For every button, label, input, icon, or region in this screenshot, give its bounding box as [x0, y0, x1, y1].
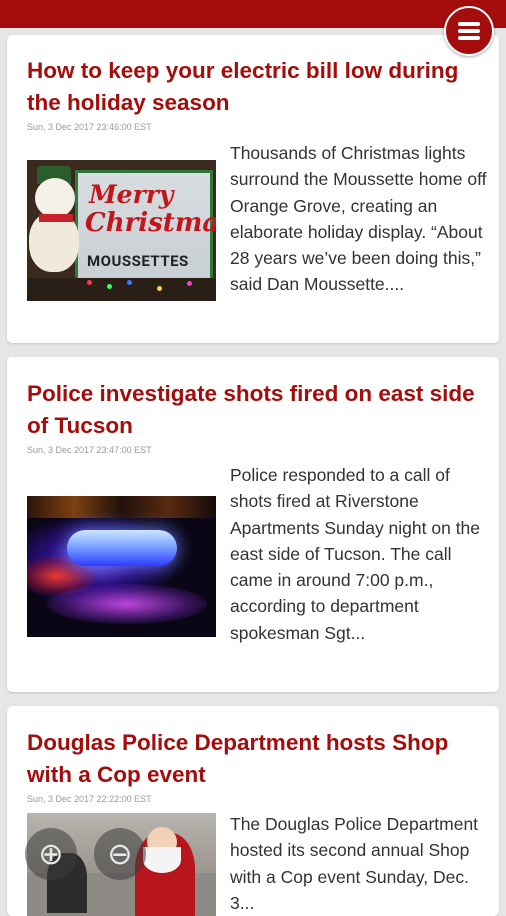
snowman-scarf	[39, 214, 73, 222]
background-lights	[27, 496, 216, 518]
top-app-bar	[0, 0, 506, 28]
santa-beard	[143, 847, 181, 873]
article-summary: Thousands of Christmas lights surround t…	[230, 143, 487, 295]
hamburger-icon	[458, 19, 480, 43]
sign-text-merry: Merry	[89, 180, 174, 209]
article-card[interactable]: Douglas Police Department hosts Shop wit…	[7, 706, 499, 916]
article-card[interactable]: How to keep your electric bill low durin…	[7, 35, 499, 343]
article-title[interactable]: Police investigate shots fired on east s…	[27, 378, 487, 442]
sign-text-family: MOUSSETTES	[87, 252, 189, 270]
article-title[interactable]: Douglas Police Department hosts Shop wit…	[27, 727, 487, 791]
article-summary: Police responded to a call of shots fire…	[230, 465, 481, 643]
light	[157, 286, 162, 291]
article-summary: The Douglas Police Department hosted its…	[230, 814, 479, 913]
menu-button[interactable]	[444, 6, 494, 56]
zoom-in-icon[interactable]: ⊕	[25, 828, 77, 880]
article-date: Sun, 3 Dec 2017 22:22:00 EST	[27, 794, 152, 804]
purple-reflection	[47, 584, 207, 624]
light	[187, 281, 192, 286]
article-date: Sun, 3 Dec 2017 23:46:00 EST	[27, 122, 152, 132]
article-thumbnail[interactable]	[27, 496, 216, 637]
article-date: Sun, 3 Dec 2017 23:47:00 EST	[27, 445, 152, 455]
zoom-out-icon[interactable]: ⊖	[94, 828, 146, 880]
police-lightbar	[67, 530, 177, 566]
light	[87, 280, 92, 285]
article-card[interactable]: Police investigate shots fired on east s…	[7, 357, 499, 692]
light	[107, 284, 112, 289]
article-title[interactable]: How to keep your electric bill low durin…	[27, 55, 487, 119]
light	[127, 280, 132, 285]
sign-text-christmas: Christmas	[85, 208, 216, 238]
article-thumbnail[interactable]: Merry Christmas MOUSSETTES	[27, 160, 216, 301]
